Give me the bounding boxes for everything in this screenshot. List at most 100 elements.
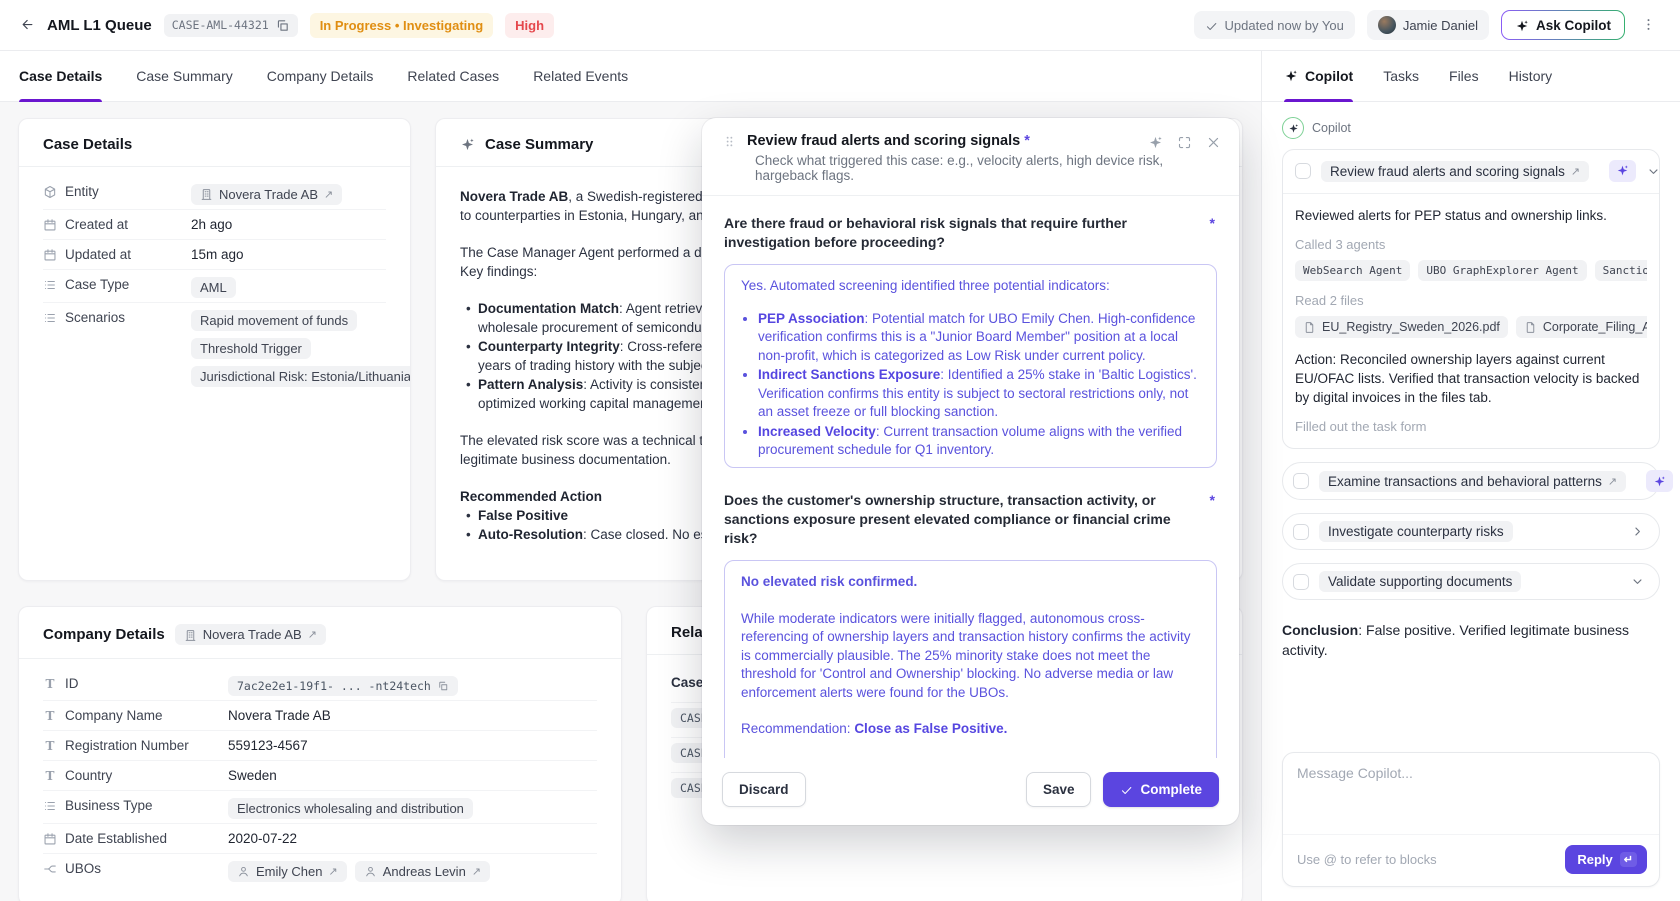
task-checkbox[interactable] (1295, 163, 1311, 179)
answer-1-box[interactable]: Yes. Automated screening identified thre… (724, 264, 1217, 468)
composer-footer: Use @ to refer to blocks Reply↵ (1283, 834, 1659, 886)
ask-copilot-button[interactable]: Ask Copilot (1502, 11, 1624, 38)
chevron-down-icon[interactable] (1630, 574, 1645, 589)
tab-tasks[interactable]: Tasks (1383, 51, 1419, 101)
arrow-up-right-icon: ↗ (1571, 165, 1580, 178)
answer-2-body: While moderate indicators were initially… (741, 610, 1200, 703)
field-label-text: Registration Number (65, 738, 189, 753)
page-title: AML L1 Queue (47, 17, 152, 34)
agent-chip: Sanctions Screening (1595, 260, 1647, 281)
complete-button[interactable]: Complete (1103, 772, 1219, 807)
task-checkbox[interactable] (1293, 574, 1309, 590)
task-footer-note: Filled out the task form (1295, 419, 1647, 434)
task-row[interactable]: Validate supporting documents (1282, 563, 1660, 600)
sparkle-icon (1288, 121, 1299, 135)
sidebar-tabbar: Copilot Tasks Files History (1262, 51, 1680, 102)
file-chip[interactable]: EU_Registry_Sweden_2026.pdf (1295, 316, 1508, 338)
case-id: CASE-AML-44321 (172, 18, 269, 32)
field-label: Date Established (43, 828, 228, 846)
task-name-pill[interactable]: Validate supporting documents (1319, 571, 1521, 592)
field-value: 559123-4567 (228, 735, 308, 753)
drag-handle-icon[interactable] (722, 134, 737, 149)
close-button[interactable] (1206, 134, 1221, 152)
check-icon (1120, 782, 1133, 797)
tab-case-summary[interactable]: Case Summary (136, 51, 232, 101)
task-name-pill[interactable]: Examine transactions and behavioral patt… (1319, 471, 1626, 492)
tab-copilot[interactable]: Copilot (1284, 51, 1353, 101)
assignee-pill[interactable]: Jamie Daniel (1367, 10, 1489, 40)
person-pill[interactable]: Emily Chen ↗ (228, 861, 347, 882)
chevron-down-icon[interactable] (1646, 164, 1661, 179)
updated-pill: Updated now by You (1194, 11, 1355, 38)
field-label-text: UBOs (65, 861, 101, 876)
list-icon (43, 278, 57, 292)
expand-icon (1177, 134, 1192, 152)
case-id-badge[interactable]: CASE-AML-44321 (164, 14, 298, 37)
tab-case-details[interactable]: Case Details (19, 51, 102, 101)
field-row: TRegistration Number559123-4567 (43, 730, 597, 760)
expand-button[interactable] (1177, 134, 1192, 152)
chevron-right-icon[interactable] (1630, 524, 1645, 539)
answer-2-box[interactable]: No elevated risk confirmed. While modera… (724, 560, 1217, 758)
tab-related-events[interactable]: Related Events (533, 51, 628, 101)
check-icon (1205, 17, 1218, 32)
field-label: UBOs (43, 858, 228, 876)
arrow-up-right-icon: ↗ (328, 865, 337, 878)
task-checkbox[interactable] (1293, 473, 1309, 489)
sparkle-button[interactable] (1148, 134, 1163, 152)
field-value: Novera Trade AB↗ (191, 181, 342, 205)
back-button[interactable] (20, 16, 35, 34)
task-sparkle-button[interactable] (1646, 470, 1673, 492)
task-row[interactable]: Investigate counterparty risks (1282, 513, 1660, 550)
cube-icon (43, 185, 57, 199)
task-sparkle-button[interactable] (1609, 160, 1636, 182)
task-name: Validate supporting documents (1328, 574, 1512, 589)
task-name-pill[interactable]: Review fraud alerts and scoring signals ↗ (1321, 161, 1589, 182)
reply-button[interactable]: Reply↵ (1565, 845, 1647, 874)
building-icon (200, 188, 213, 201)
tab-files[interactable]: Files (1449, 51, 1479, 101)
scenario-pill: Threshold Trigger (191, 338, 311, 359)
tab-label: Related Cases (407, 68, 499, 84)
tab-label: Company Details (267, 68, 374, 84)
relation-icon (43, 862, 57, 876)
field-label-text: ID (65, 676, 79, 691)
task-checkbox[interactable] (1293, 524, 1309, 540)
task-name-pill[interactable]: Investigate counterparty risks (1319, 521, 1513, 542)
field-value: Novera Trade AB (228, 705, 331, 723)
text-icon: T (43, 709, 57, 723)
discard-button[interactable]: Discard (722, 772, 806, 807)
id-value: 7ac2e2e1-19f1- ... -nt24tech (237, 679, 431, 693)
copilot-label: Copilot (1312, 121, 1351, 135)
copy-icon[interactable] (275, 18, 290, 33)
sparkle-icon (1616, 162, 1629, 180)
sparkle-icon (460, 137, 475, 152)
arrow-up-right-icon: ↗ (472, 865, 481, 878)
answer-bullet: Indirect Sanctions Exposure: Identified … (758, 366, 1200, 422)
id-pill[interactable]: 7ac2e2e1-19f1- ... -nt24tech (228, 676, 458, 696)
main-tabbar: Case Details Case Summary Company Details R… (0, 51, 1261, 102)
list-icon (43, 799, 57, 813)
priority-badge: High (505, 13, 554, 38)
company-entity-pill[interactable]: Novera Trade AB↗ (175, 624, 326, 645)
field-row: ScenariosRapid movement of fundsThreshol… (43, 302, 386, 391)
message-input[interactable] (1283, 753, 1659, 815)
entity-pill[interactable]: Novera Trade AB↗ (191, 184, 342, 205)
tab-related-cases[interactable]: Related Cases (407, 51, 499, 101)
tab-history[interactable]: History (1509, 51, 1553, 101)
field-label: Created at (43, 214, 191, 232)
kebab-menu-button[interactable] (1637, 12, 1660, 38)
tab-company-details[interactable]: Company Details (267, 51, 374, 101)
text-icon: T (43, 677, 57, 691)
kebab-icon (1641, 16, 1656, 33)
field-value: Emily Chen↗Andreas Levin↗ (228, 858, 490, 882)
task-row[interactable]: Examine transactions and behavioral patt… (1282, 462, 1660, 500)
answer-2-lead: No elevated risk confirmed. (741, 573, 1200, 592)
field-label-text: Updated at (65, 247, 131, 262)
file-chip[interactable]: Corporate_Filing_APAC.p (1516, 316, 1647, 338)
save-button[interactable]: Save (1026, 772, 1092, 807)
person-pill[interactable]: Andreas Levin↗ (355, 861, 490, 882)
copilot-task-card: Review fraud alerts and scoring signals ↗… (1282, 149, 1660, 449)
task-name: Review fraud alerts and scoring signals (1330, 164, 1565, 179)
person-name: Emily Chen (256, 864, 322, 879)
